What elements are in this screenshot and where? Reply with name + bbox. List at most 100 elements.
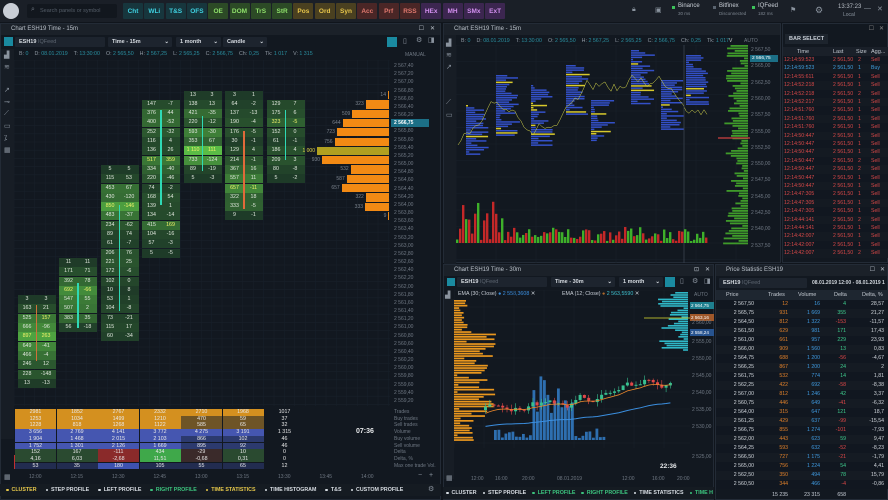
layout-icon[interactable]: ▣ — [655, 6, 662, 14]
module-button-pos[interactable]: Pos — [293, 3, 314, 19]
rectangle-icon[interactable]: ▭ — [4, 122, 11, 130]
rectangle-icon[interactable]: ▭ — [446, 111, 453, 119]
tab-cluster[interactable]: CLUSTER — [6, 487, 37, 493]
chart-type-select[interactable]: Candle ⌄ — [223, 37, 267, 47]
bar-chart-icon[interactable]: ▟ — [4, 51, 9, 59]
module-button-str[interactable]: StR — [272, 3, 293, 19]
module-button-trs[interactable]: TrS — [250, 3, 271, 19]
period-select[interactable]: 1 month ⌄ — [619, 277, 663, 287]
date-range[interactable]: 08.01.2019 12:00 - 08.01.2019 1 — [812, 280, 885, 286]
layers-icon[interactable]: ≋ — [446, 51, 452, 59]
bar-chart-icon[interactable]: ▟ — [445, 291, 450, 299]
timeframe-select[interactable]: Time - 15m ⌄ — [108, 37, 172, 47]
gear-icon[interactable]: ⚙ — [815, 5, 823, 16]
candle-chart-canvas[interactable] — [454, 290, 690, 448]
panel-toggle-icon[interactable]: ◨ — [428, 36, 435, 44]
tab-custom-profile[interactable]: CUSTOM PROFILE — [351, 487, 403, 493]
stat-column-header[interactable]: Delta — [834, 292, 847, 298]
module-button-oe[interactable]: OE — [208, 3, 229, 19]
tab-left-profile[interactable]: LEFT PROFILE — [98, 487, 142, 493]
tab-cluster[interactable]: CLUSTER — [446, 490, 477, 496]
stat-column-header[interactable]: Volume — [798, 292, 816, 298]
module-button-hex[interactable]: HEx — [421, 3, 442, 19]
connection-name[interactable]: Binance — [678, 3, 700, 9]
scale-mode[interactable]: AUTO — [694, 292, 708, 298]
symbol-icon[interactable] — [4, 37, 13, 46]
template-icon[interactable]: ▯ — [680, 277, 684, 285]
ruler-icon[interactable]: ▦ — [4, 146, 11, 154]
lock-icon[interactable]: 🔒︎ — [632, 6, 636, 14]
period-select[interactable]: 1 month ⌄ — [176, 37, 221, 47]
tab-right-profile[interactable]: RIGHT PROFILE — [581, 490, 628, 496]
module-button-ext[interactable]: ExT — [485, 3, 506, 19]
module-button-prf[interactable]: Prf — [378, 3, 399, 19]
search-input[interactable]: ⌕ Search panels or symbol — [27, 4, 117, 18]
maximize-icon[interactable]: ☐ — [870, 265, 875, 276]
symbol-icon[interactable] — [447, 278, 455, 286]
tab-time-statistics[interactable]: TIME STATISTICS — [206, 487, 255, 493]
module-button-smx[interactable]: SMx — [463, 3, 484, 19]
symbol-selector[interactable]: ESH19 IQFeed — [457, 277, 547, 287]
close-icon[interactable]: ✕ — [879, 25, 884, 32]
template-icon[interactable]: ▯ — [403, 37, 407, 45]
maximize-icon[interactable]: ⊡ — [694, 265, 699, 276]
tab-time-statistics[interactable]: TIME STATISTICS — [634, 490, 683, 496]
tab-t-s[interactable]: T&S — [325, 487, 342, 493]
tab-right-profile[interactable]: RIGHT PROFILE — [150, 487, 197, 493]
maximize-icon[interactable]: ☐ — [419, 24, 424, 35]
scale-mode[interactable]: AUTO — [744, 38, 758, 44]
module-button-mh[interactable]: MH — [442, 3, 463, 19]
settings-icon[interactable]: ⚙ — [428, 485, 434, 493]
module-button-ofs[interactable]: OFS — [186, 3, 207, 19]
zoom-in-icon[interactable]: + — [429, 472, 433, 479]
module-button-acc[interactable]: Acc — [357, 3, 378, 19]
timeframe-select[interactable]: Time - 30m ⌄ — [551, 277, 615, 287]
tns-column-header[interactable]: Last — [833, 49, 843, 55]
arrow-tool-icon[interactable]: ↗ — [446, 63, 452, 71]
tns-column-header[interactable]: Size — [856, 49, 867, 55]
notifications-icon[interactable]: ⚑ — [790, 6, 796, 14]
module-button-dom[interactable]: DOM — [229, 3, 250, 19]
stat-column-header[interactable]: Delta, % — [862, 292, 883, 298]
settings-icon[interactable]: ⚙ — [416, 36, 422, 44]
panel-toggle-icon[interactable]: ◨ — [704, 277, 711, 285]
module-button-cht[interactable]: Cht — [123, 3, 143, 19]
arrow-tool-icon[interactable]: ↗ — [4, 86, 10, 94]
fibonacci-icon[interactable]: ⁒ — [4, 134, 7, 142]
tab-step-profile[interactable]: STEP PROFILE — [46, 487, 89, 493]
layers-icon[interactable]: ≋ — [4, 63, 10, 71]
grid-icon[interactable]: ▦ — [446, 474, 453, 482]
symbol-selector[interactable]: ESH19 IQFeed — [15, 37, 105, 47]
tab-step-profile[interactable]: STEP PROFILE — [483, 490, 526, 496]
module-button-syn[interactable]: Syn — [336, 3, 356, 19]
module-button-wli[interactable]: WLi — [144, 3, 165, 19]
footprint-chart-canvas[interactable] — [456, 45, 750, 263]
tab-left-profile[interactable]: LEFT PROFILE — [532, 490, 576, 496]
connection-name[interactable]: Bitfinex — [719, 3, 739, 9]
close-icon[interactable]: ✕ — [430, 24, 435, 35]
bar-chart-icon[interactable]: ▟ — [446, 39, 451, 47]
scale-mode[interactable]: MANUAL — [405, 52, 426, 58]
tab-time-h[interactable]: TIME H — [690, 490, 713, 496]
grid-icon[interactable]: ▦ — [4, 473, 11, 481]
zoom-out-icon[interactable]: − — [418, 472, 422, 479]
minimize-icon[interactable]: — — [864, 5, 871, 12]
app-logo[interactable] — [3, 3, 19, 19]
settings-icon[interactable]: ⚙ — [692, 277, 698, 285]
stat-column-header[interactable]: Price — [726, 292, 739, 298]
trend-line-icon[interactable]: ⟋ — [446, 99, 451, 107]
cluster-search-button[interactable] — [665, 277, 675, 287]
close-icon[interactable]: ✕ — [880, 265, 885, 276]
connection-name[interactable]: IQFeed — [758, 3, 778, 9]
module-button-rss[interactable]: RSS — [399, 3, 420, 19]
module-button-ord[interactable]: Ord — [314, 3, 335, 19]
symbol-selector[interactable]: ESH19 IQFeed — [719, 278, 807, 288]
trend-line-icon[interactable]: ⟋ — [4, 110, 9, 118]
close-icon[interactable]: ✕ — [705, 265, 710, 276]
cluster-search-button[interactable] — [387, 37, 397, 47]
tab-time-histogram[interactable]: TIME HISTOGRAM — [265, 487, 316, 493]
tns-column-header[interactable]: Time — [797, 49, 809, 55]
close-icon[interactable]: ✕ — [877, 5, 883, 13]
tns-column-header[interactable]: Agg... — [871, 49, 885, 55]
maximize-icon[interactable]: ☐ — [869, 25, 874, 32]
